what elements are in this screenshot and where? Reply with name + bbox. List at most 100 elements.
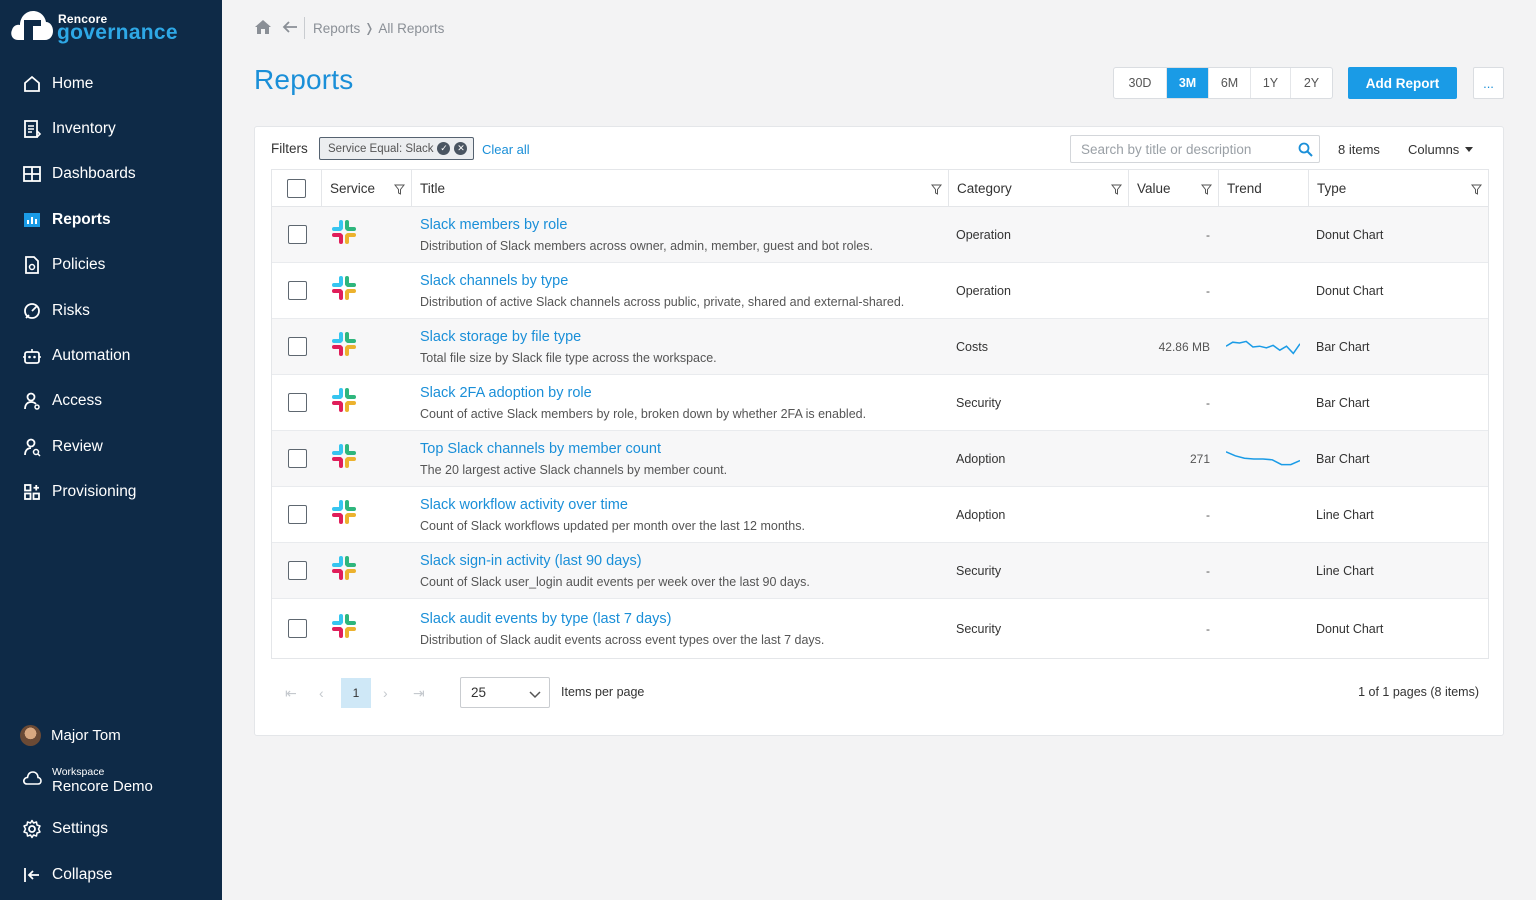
report-title-link[interactable]: Slack audit events by type (last 7 days) bbox=[420, 610, 671, 628]
workspace-name: Rencore Demo bbox=[52, 777, 153, 795]
header-category-label: Category bbox=[957, 180, 1012, 196]
filter-icon[interactable] bbox=[1470, 183, 1483, 198]
report-title-link[interactable]: Slack 2FA adoption by role bbox=[420, 384, 592, 402]
table-row[interactable]: Slack audit events by type (last 7 days)… bbox=[272, 599, 1488, 658]
row-checkbox[interactable] bbox=[287, 449, 307, 468]
header-value[interactable]: Value bbox=[1129, 170, 1219, 206]
category-cell: Adoption bbox=[956, 507, 1006, 522]
nav-home[interactable]: Home bbox=[0, 61, 222, 106]
slack-logo-icon bbox=[330, 330, 358, 363]
title-cell: Slack 2FA adoption by role Count of activ… bbox=[412, 375, 948, 430]
report-title-link[interactable]: Top Slack channels by member count bbox=[420, 440, 661, 458]
settings-link[interactable]: Settings bbox=[0, 806, 222, 852]
header-title-label: Title bbox=[420, 180, 446, 196]
clear-all-link[interactable]: Clear all bbox=[482, 142, 530, 157]
items-per-page-select[interactable]: 25 bbox=[460, 677, 550, 708]
service-cell bbox=[322, 263, 412, 318]
nav-reports[interactable]: Reports bbox=[0, 197, 222, 242]
pagination: ⇤ ‹ 1 › ⇥ 25 Items per page 1 of 1 pages… bbox=[271, 675, 1489, 709]
nav-risks[interactable]: Risks bbox=[0, 288, 222, 333]
select-all-checkbox[interactable] bbox=[287, 178, 306, 198]
report-title-link[interactable]: Slack channels by type bbox=[420, 272, 568, 290]
check-icon[interactable]: ✓ bbox=[437, 142, 451, 155]
table-row[interactable]: Slack workflow activity over time Count o… bbox=[272, 487, 1488, 543]
row-select-cell bbox=[272, 543, 322, 598]
service-cell bbox=[322, 207, 412, 262]
title-cell: Slack audit events by type (last 7 days)… bbox=[412, 599, 948, 658]
filter-icon[interactable] bbox=[1110, 183, 1123, 198]
nav-inventory[interactable]: Inventory bbox=[0, 106, 222, 151]
workspace-switcher[interactable]: Workspace Rencore Demo bbox=[0, 754, 222, 806]
table-row[interactable]: Slack 2FA adoption by role Count of activ… bbox=[272, 375, 1488, 431]
row-checkbox[interactable] bbox=[287, 619, 307, 638]
row-checkbox[interactable] bbox=[287, 281, 307, 300]
table-header: Service Title Category Value Trend Type bbox=[272, 170, 1488, 207]
row-checkbox[interactable] bbox=[287, 505, 307, 524]
table-row[interactable]: Slack storage by file type Total file siz… bbox=[272, 319, 1488, 375]
filter-icon[interactable] bbox=[930, 183, 943, 198]
breadcrumb-parent[interactable]: Reports bbox=[313, 21, 360, 36]
row-checkbox[interactable] bbox=[287, 393, 307, 412]
header-service[interactable]: Service bbox=[322, 170, 412, 206]
nav-policies[interactable]: Policies bbox=[0, 243, 222, 288]
items-per-page-value: 25 bbox=[471, 685, 487, 700]
page-title: Reports bbox=[254, 64, 354, 95]
report-title-link[interactable]: Slack storage by file type bbox=[420, 328, 581, 346]
header-type[interactable]: Type bbox=[1309, 170, 1488, 206]
add-report-button[interactable]: Add Report bbox=[1348, 67, 1457, 99]
access-icon bbox=[22, 391, 42, 411]
table-row[interactable]: Slack channels by type Distribution of ac… bbox=[272, 263, 1488, 319]
header-trend-label: Trend bbox=[1227, 180, 1262, 196]
table-row[interactable]: Top Slack channels by member count The 20… bbox=[272, 431, 1488, 487]
collapse-button[interactable]: Collapse bbox=[0, 852, 222, 898]
filter-chip[interactable]: Service Equal: Slack ✓ ✕ bbox=[319, 137, 475, 160]
first-page-icon[interactable]: ⇤ bbox=[285, 685, 297, 702]
nav-automation[interactable]: Automation bbox=[0, 333, 222, 378]
header-value-label: Value bbox=[1137, 180, 1171, 196]
more-options-button[interactable]: ... bbox=[1473, 67, 1504, 99]
columns-dropdown[interactable]: Columns bbox=[1408, 142, 1474, 157]
header-category[interactable]: Category bbox=[949, 170, 1129, 206]
row-checkbox[interactable] bbox=[287, 561, 307, 580]
type-cell: Bar Chart bbox=[1316, 451, 1370, 466]
nav-dashboards[interactable]: Dashboards bbox=[0, 152, 222, 197]
title-cell: Slack sign-in activity (last 90 days) Cou… bbox=[412, 543, 948, 598]
table-row[interactable]: Slack sign-in activity (last 90 days) Cou… bbox=[272, 543, 1488, 599]
nav-provisioning[interactable]: Provisioning bbox=[0, 470, 222, 515]
main-nav: Home Inventory Dashboards Reports Polici… bbox=[0, 61, 222, 515]
row-checkbox[interactable] bbox=[287, 337, 307, 356]
report-description: Distribution of Slack audit events acros… bbox=[420, 632, 825, 647]
range-1y-button[interactable]: 1Y bbox=[1251, 68, 1291, 98]
table-row[interactable]: Slack members by role Distribution of Sla… bbox=[272, 207, 1488, 263]
range-30d-button[interactable]: 30D bbox=[1114, 68, 1167, 98]
filter-icon[interactable] bbox=[393, 183, 406, 198]
remove-filter-icon[interactable]: ✕ bbox=[454, 142, 468, 155]
back-arrow-icon[interactable] bbox=[282, 20, 298, 37]
nav-access[interactable]: Access bbox=[0, 379, 222, 424]
home-breadcrumb-icon[interactable] bbox=[254, 19, 272, 38]
range-3m-button[interactable]: 3M bbox=[1167, 68, 1209, 98]
range-2y-button[interactable]: 2Y bbox=[1291, 68, 1332, 98]
range-6m-button[interactable]: 6M bbox=[1209, 68, 1251, 98]
time-range-selector: 30D 3M 6M 1Y 2Y bbox=[1113, 67, 1333, 99]
report-title-link[interactable]: Slack members by role bbox=[420, 216, 567, 234]
header-title[interactable]: Title bbox=[412, 170, 949, 206]
user-profile[interactable]: Major Tom bbox=[0, 716, 222, 754]
report-title-link[interactable]: Slack workflow activity over time bbox=[420, 496, 628, 514]
next-page-icon[interactable]: › bbox=[383, 685, 388, 701]
filter-icon[interactable] bbox=[1200, 183, 1213, 198]
provisioning-icon bbox=[22, 482, 42, 502]
prev-page-icon[interactable]: ‹ bbox=[319, 685, 324, 701]
report-title-link[interactable]: Slack sign-in activity (last 90 days) bbox=[420, 552, 642, 570]
type-cell: Line Chart bbox=[1316, 507, 1374, 522]
nav-review[interactable]: Review bbox=[0, 424, 222, 469]
search-input[interactable] bbox=[1081, 141, 1291, 157]
brand-logo[interactable]: Rencore governance bbox=[10, 6, 200, 46]
columns-label: Columns bbox=[1408, 142, 1460, 157]
last-page-icon[interactable]: ⇥ bbox=[413, 685, 425, 702]
header-service-label: Service bbox=[330, 180, 376, 196]
search-icon[interactable] bbox=[1298, 142, 1313, 160]
row-checkbox[interactable] bbox=[287, 225, 307, 244]
value-cell: - bbox=[1206, 507, 1210, 522]
page-number-button[interactable]: 1 bbox=[341, 678, 371, 708]
